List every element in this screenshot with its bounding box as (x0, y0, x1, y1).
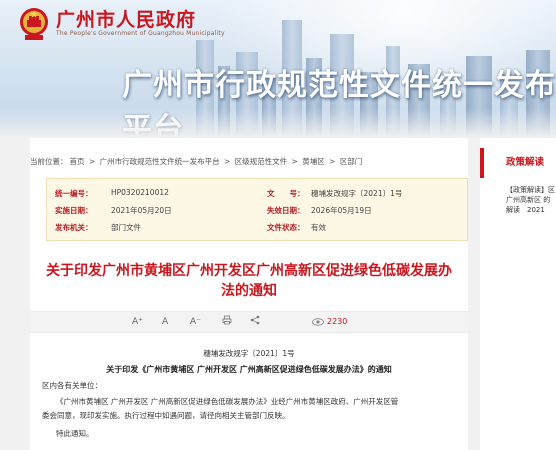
breadcrumb-item-home[interactable]: 首页 (70, 157, 85, 166)
share-button[interactable] (250, 315, 260, 329)
font-normal-button[interactable]: A (162, 315, 168, 329)
breadcrumb-item-huangpu[interactable]: 黄埔区 (302, 157, 325, 166)
document-heading: 关于印发《广州市黄埔区 广州开发区 广州高新区促进绿色低碳发展办法》的通知 (106, 365, 392, 374)
document-title-line: 关于印发广州市黄埔区广州开发区广州高新区促进绿色低碳发展办 (46, 263, 452, 279)
main-content: 当前位置： 首页 > 广州市行政规范性文件统一发布平台 > 区级规范性文件 > 黄… (30, 138, 468, 450)
impl-date-value: 2021年05月20日 (111, 206, 172, 215)
national-emblem-icon (20, 8, 48, 40)
view-count: 2230 (312, 315, 347, 329)
share-icon (250, 315, 260, 325)
closing-text: 特此通知。 (56, 429, 94, 438)
font-increase-button[interactable]: A⁺ (132, 315, 143, 329)
salutation: 区内各有关单位： (42, 381, 102, 390)
eye-icon (312, 317, 324, 326)
serial-value: HP0320210012 (111, 188, 169, 197)
breadcrumb-separator: > (291, 157, 298, 166)
breadcrumb-item-district-docs[interactable]: 区级规范性文件 (235, 157, 288, 166)
status-value: 有效 (311, 223, 326, 232)
expiry-date-label: 失效日期： (267, 206, 305, 215)
header-banner: 广州市人民政府 The People's Government of Guang… (0, 0, 556, 138)
print-icon (222, 315, 232, 325)
font-decrease-button[interactable]: A⁻ (190, 315, 201, 329)
document-title: 关于印发广州市黄埔区广州开发区广州高新区促进绿色低碳发展办 法的通知 (30, 261, 468, 301)
site-subtitle: The People's Government of Guangzhou Mun… (56, 30, 225, 37)
breadcrumb-separator: > (88, 157, 96, 166)
impl-date-label: 实施日期： (55, 206, 93, 215)
breadcrumb-prefix: 当前位置： (30, 157, 68, 166)
body-paragraph: 委会同意，现印发实施。执行过程中如遇问题，请径向相关主管部门反映。 (42, 411, 290, 420)
breadcrumb-item-platform[interactable]: 广州市行政规范性文件统一发布平台 (100, 157, 220, 166)
doc-no-value: 穗埔发改规字〔2021〕1号 (311, 189, 403, 198)
sidebar-list-item[interactable]: 【政策解读】区 广州高新区 的解读 2021 (506, 185, 556, 215)
sidebar-accent-bar (480, 148, 484, 178)
breadcrumb-separator: > (329, 157, 336, 166)
issuer-label: 发布机关： (55, 223, 93, 232)
serial-label: 统一编号： (55, 189, 93, 198)
expiry-date-value: 2026年05月19日 (311, 206, 372, 215)
doc-no-label: 文 号： (267, 189, 305, 198)
breadcrumb-separator: > (223, 157, 231, 166)
document-meta-box: 统一编号： HP0320210012 文 号： 穗埔发改规字〔2021〕1号 实… (46, 178, 468, 241)
breadcrumb-item-departments[interactable]: 区部门 (340, 157, 363, 166)
reading-toolbar: A⁺ A A⁻ 2230 (30, 311, 468, 333)
banner-fade (0, 108, 556, 138)
sidebar-policy-interpretation: 政策解读 【政策解读】区 广州高新区 的解读 2021 (480, 138, 556, 450)
status-label: 文件状态： (267, 223, 305, 232)
print-button[interactable] (222, 315, 232, 329)
site-name[interactable]: 广州市人民政府 (56, 5, 196, 32)
issuer-value: 部门文件 (111, 223, 141, 232)
sidebar-header: 政策解读 (480, 138, 556, 178)
document-title-line: 法的通知 (221, 283, 277, 299)
sidebar-title[interactable]: 政策解读 (506, 154, 544, 168)
document-number: 穗埔发改规字〔2021〕1号 (203, 349, 295, 358)
breadcrumb: 当前位置： 首页 > 广州市行政规范性文件统一发布平台 > 区级规范性文件 > 黄… (30, 156, 364, 167)
body-paragraph: 《广州市黄埔区 广州开发区 广州高新区促进绿色低碳发展办法》业经广州市黄埔区政府… (56, 397, 399, 406)
view-count-value: 2230 (327, 317, 348, 326)
